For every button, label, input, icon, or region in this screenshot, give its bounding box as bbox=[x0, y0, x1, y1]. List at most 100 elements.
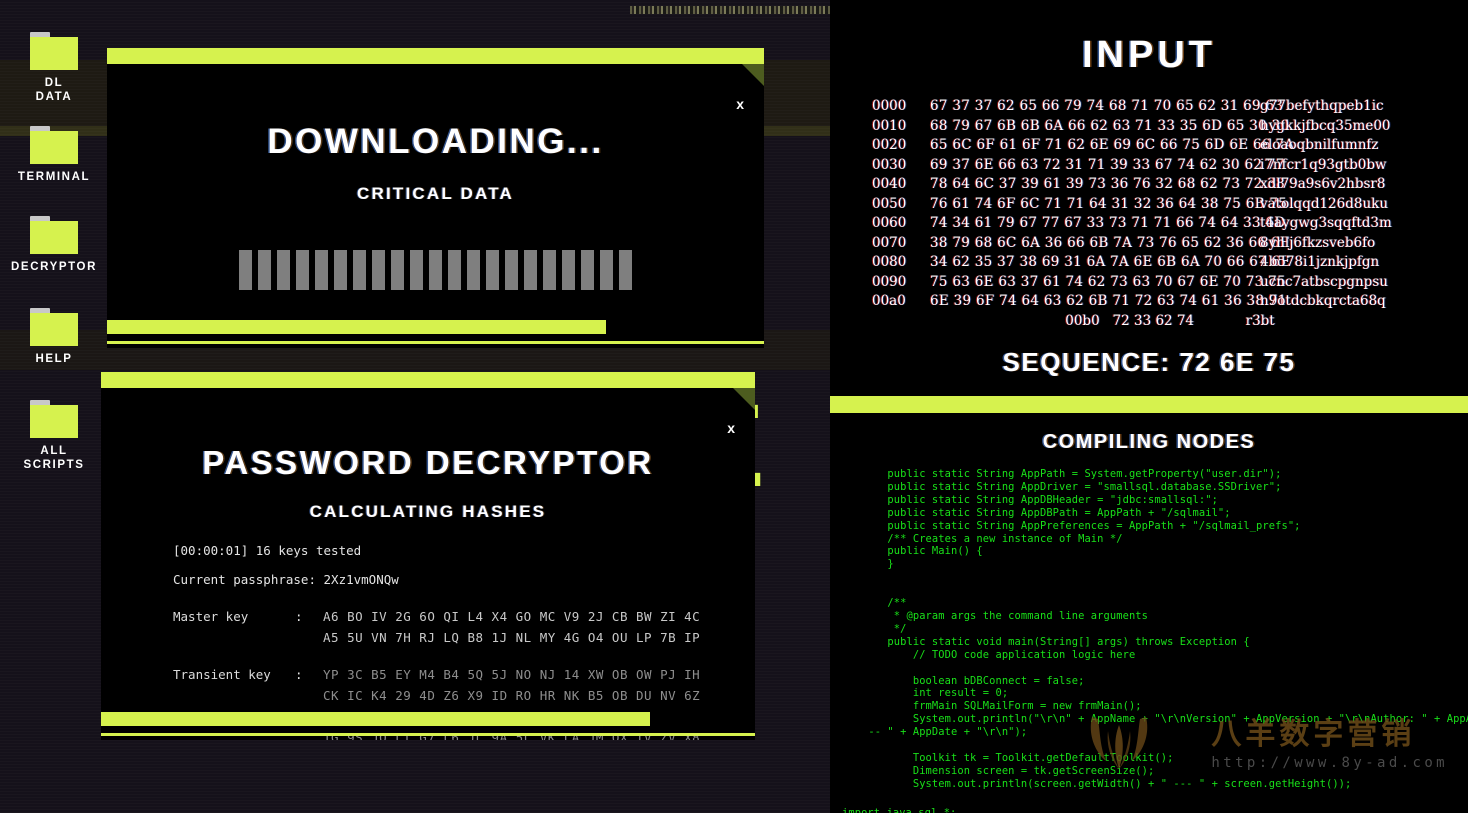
sequence-label: SEQUENCE: 72 6E 75 bbox=[1002, 347, 1296, 377]
download-block bbox=[353, 250, 366, 290]
download-block bbox=[410, 250, 423, 290]
window-titlebar[interactable] bbox=[101, 372, 755, 388]
download-block bbox=[562, 250, 575, 290]
download-subtitle: CRITICAL DATA bbox=[356, 184, 515, 203]
key-row: YP 3C B5 EY M4 B4 5Q 5J NO NJ 14 XW OB O… bbox=[323, 667, 701, 682]
hex-ascii: vatolqqd126d8uku bbox=[1260, 195, 1389, 212]
bg-static-strip bbox=[630, 6, 830, 14]
transient-key-label: Transient key bbox=[173, 667, 271, 682]
close-icon[interactable]: x bbox=[727, 420, 735, 436]
hex-offset: 0030 bbox=[872, 156, 907, 173]
key-row: CK IC K4 29 4D Z6 X9 ID RO HR NK B5 OB D… bbox=[323, 688, 701, 703]
hex-offset: 00a0 bbox=[872, 293, 906, 309]
hex-dump: 0000 67 37 37 62 65 66 79 74 68 71 70 65 … bbox=[872, 97, 1468, 331]
compiling-nodes-panel: COMPILING NODES public static String App… bbox=[830, 413, 1468, 813]
code-imports: import java.sql.*; import java.awt.*; /*… bbox=[842, 806, 957, 813]
decryptor-progress-bar bbox=[101, 712, 755, 726]
hex-bytes: 6E 39 6F 74 64 63 62 6B 71 72 63 74 61 3… bbox=[930, 293, 1287, 309]
hex-row-last: 00b0 72 33 62 74 r3bt bbox=[1065, 312, 1275, 329]
master-key-colon: : bbox=[295, 609, 303, 624]
download-block bbox=[448, 250, 461, 290]
transient-key-colon: : bbox=[295, 667, 303, 682]
sidebar-item-terminal[interactable]: TERMINAL bbox=[0, 126, 108, 184]
folder-icon bbox=[30, 32, 78, 70]
hex-ascii: g77befythqpeb1ic bbox=[1260, 98, 1384, 114]
window-bottom-rule bbox=[101, 733, 755, 736]
download-block bbox=[505, 250, 518, 290]
download-block bbox=[467, 250, 480, 290]
hex-offset: 0090 bbox=[872, 273, 907, 290]
right-column: INPUT 0000 67 37 37 62 65 66 79 74 68 71 … bbox=[830, 0, 1468, 813]
transient-key-block: Transient key : YP 3C B5 EY M4 B4 5Q 5J … bbox=[173, 664, 755, 740]
hex-row: 0020 65 6C 6F 61 6F 71 62 6E 69 6C 66 75 … bbox=[872, 136, 1468, 156]
key-row: A5 5U VN 7H RJ LQ B8 1J NL MY 4G O4 OU L… bbox=[323, 630, 701, 645]
sidebar: DL DATA TERMINAL DECRYPTOR HELP ALL SCRIPT… bbox=[0, 0, 108, 813]
close-icon[interactable]: x bbox=[736, 96, 744, 112]
hex-bytes: 34 62 35 37 38 69 31 6A 7A 6E 6B 6A 70 6… bbox=[930, 254, 1291, 270]
password-decryptor-window: x PASSWORD DECRYPTOR CALCULATING HASHES … bbox=[101, 372, 755, 740]
sidebar-item-dl-data[interactable]: DL DATA bbox=[0, 32, 108, 104]
master-key-rows: A6 BO IV 2G 6O QI L4 X4 GO MC V9 2J CB B… bbox=[323, 606, 700, 648]
sidebar-item-label: DECRYPTOR bbox=[11, 261, 97, 273]
hex-ascii: 8yhlj6fkzsveb6fo bbox=[1260, 234, 1376, 251]
hex-bytes: 68 79 67 6B 6B 6A 66 62 63 71 33 35 6D 6… bbox=[930, 117, 1290, 134]
hex-row: 0000 67 37 37 62 65 66 79 74 68 71 70 65 … bbox=[872, 97, 1468, 117]
download-block bbox=[486, 250, 499, 290]
hex-offset: 0080 bbox=[872, 254, 907, 270]
master-key-label: Master key bbox=[173, 609, 249, 624]
hex-offset: 0010 bbox=[872, 117, 907, 134]
hex-row: 0050 76 61 74 6F 6C 71 71 64 31 32 36 64 … bbox=[872, 195, 1468, 215]
passphrase-line: Current passphrase: 2Xz1vmONQw bbox=[173, 569, 755, 590]
sidebar-item-label: HELP bbox=[35, 353, 73, 365]
hex-ascii: xdl79a9s6v2hbsr8 bbox=[1260, 176, 1386, 192]
download-block bbox=[600, 250, 613, 290]
hex-bytes: 76 61 74 6F 6C 71 71 64 31 32 36 64 38 7… bbox=[930, 195, 1288, 212]
hex-row: 0030 69 37 6E 66 63 72 31 71 39 33 67 74 … bbox=[872, 156, 1468, 176]
download-block bbox=[372, 250, 385, 290]
hex-bytes: 65 6C 6F 61 6F 71 62 6E 69 6C 66 75 6D 6… bbox=[930, 137, 1295, 153]
folder-icon bbox=[30, 216, 78, 254]
downloading-window: x DOWNLOADING... CRITICAL DATA bbox=[107, 48, 764, 348]
download-progress-bar bbox=[107, 320, 764, 334]
download-block bbox=[258, 250, 271, 290]
hex-row: 0040 78 64 6C 37 39 61 39 73 36 76 32 68 … bbox=[872, 175, 1468, 195]
key-row: A6 BO IV 2G 6O QI L4 X4 GO MC V9 2J CB B… bbox=[323, 609, 701, 624]
sidebar-item-decryptor[interactable]: DECRYPTOR bbox=[0, 216, 108, 274]
transient-key-rows: YP 3C B5 EY M4 B4 5Q 5J NO NJ 14 XW OB O… bbox=[323, 664, 700, 740]
window-titlebar[interactable] bbox=[107, 48, 764, 64]
hex-ascii: eloaoqbnilfumnfz bbox=[1260, 137, 1379, 153]
sidebar-item-label: ALL SCRIPTS bbox=[23, 445, 85, 471]
passphrase-label: Current passphrase: bbox=[173, 572, 324, 587]
download-block bbox=[391, 250, 404, 290]
hex-row: 0060 74 34 61 79 67 77 67 33 73 71 71 66 … bbox=[872, 214, 1468, 234]
passphrase-value: 2Xz1vmONQw bbox=[323, 572, 399, 587]
hex-offset: 0020 bbox=[872, 137, 907, 153]
hex-row: 0090 75 63 6E 63 37 61 74 62 73 63 70 67 … bbox=[872, 273, 1468, 293]
hex-bytes: 67 37 37 62 65 66 79 74 68 71 70 65 62 3… bbox=[930, 98, 1284, 114]
hex-offset: 0060 bbox=[872, 215, 907, 231]
folder-icon bbox=[30, 400, 78, 438]
folder-icon bbox=[30, 308, 78, 346]
window-corner-notch bbox=[742, 64, 764, 86]
download-block bbox=[524, 250, 537, 290]
hex-bytes: 75 63 6E 63 37 61 74 62 73 63 70 67 6E 7… bbox=[930, 273, 1286, 290]
hex-offset: 0050 bbox=[872, 195, 907, 212]
window-corner-notch bbox=[733, 388, 755, 410]
download-block bbox=[543, 250, 556, 290]
download-block bbox=[277, 250, 290, 290]
hex-row: 0010 68 79 67 6B 6B 6A 66 62 63 71 33 35 … bbox=[872, 117, 1468, 137]
hex-ascii: hygkkjfbcq35me00 bbox=[1260, 117, 1391, 134]
decryptor-status-line: [00:00:01] 16 keys tested bbox=[173, 543, 362, 558]
panel-divider-bar bbox=[830, 396, 1468, 413]
hex-bytes: 38 79 68 6C 6A 36 66 6B 7A 73 76 65 62 3… bbox=[930, 234, 1290, 251]
download-block bbox=[429, 250, 442, 290]
folder-icon bbox=[30, 126, 78, 164]
sidebar-item-help[interactable]: HELP bbox=[0, 308, 108, 366]
sidebar-item-all-scripts[interactable]: ALL SCRIPTS bbox=[0, 400, 108, 472]
master-key-block: Master key : A6 BO IV 2G 6O QI L4 X4 GO … bbox=[173, 606, 755, 648]
download-block bbox=[239, 250, 252, 290]
hex-offset: 0070 bbox=[872, 234, 907, 251]
hex-ascii: 4b578i1jznkjpfgn bbox=[1260, 254, 1380, 270]
hex-ascii: n9otdcbkqrcta68q bbox=[1260, 293, 1386, 309]
decryptor-progress-fill bbox=[101, 712, 651, 726]
